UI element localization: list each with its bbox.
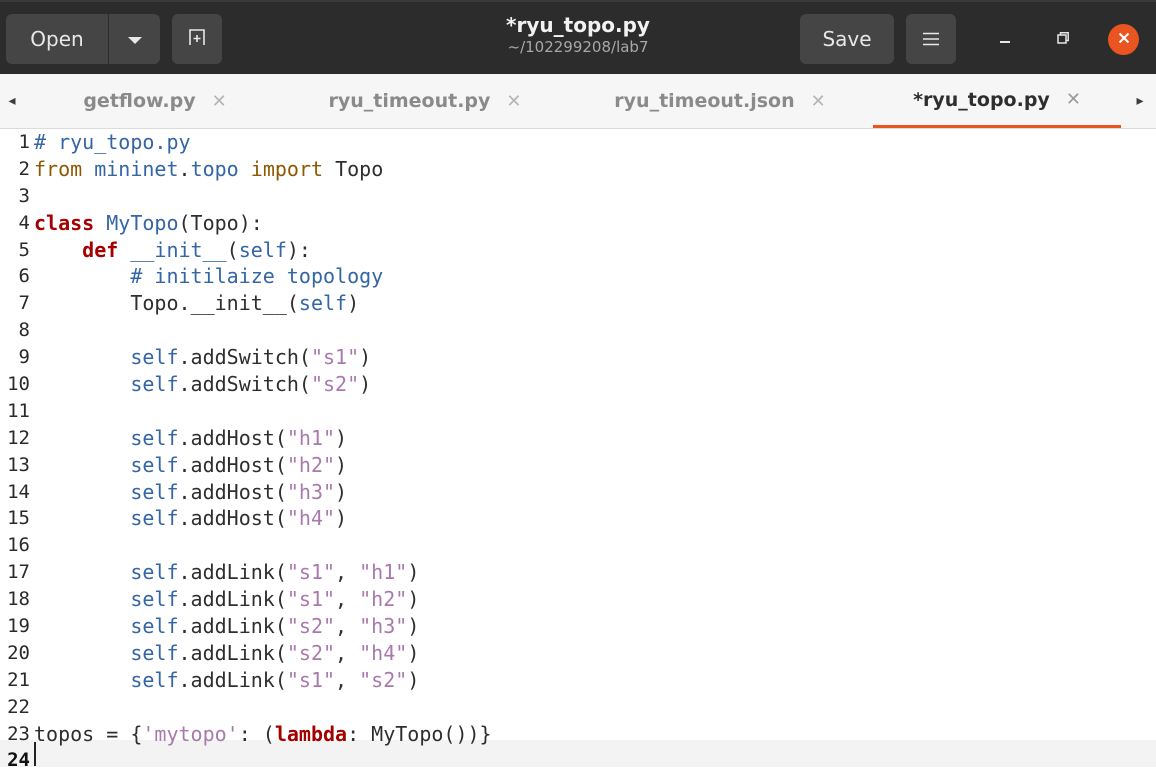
- line-number: 24: [7, 749, 30, 772]
- code-line[interactable]: self.addSwitch("s2"): [34, 371, 1156, 398]
- tab-label: ryu_timeout.py: [328, 90, 491, 112]
- code-line[interactable]: self.addHost("h4"): [34, 505, 1156, 532]
- line-number: 6: [18, 265, 30, 288]
- close-tab-icon[interactable]: ✕: [212, 91, 227, 112]
- line-number: 4: [18, 211, 30, 234]
- restore-icon: [1056, 30, 1070, 49]
- save-button-label: Save: [822, 27, 872, 51]
- code-line[interactable]: self.addLink("s1", "h1"): [34, 559, 1156, 586]
- code-line[interactable]: self.addLink("s2", "h3"): [34, 613, 1156, 640]
- scroll-tabs-left-button[interactable]: ◂: [2, 88, 22, 114]
- line-number: 13: [7, 453, 30, 476]
- chevron-left-icon: ◂: [8, 93, 16, 109]
- code-line[interactable]: self.addHost("h2"): [34, 452, 1156, 479]
- open-button-label: Open: [30, 27, 84, 51]
- code-line[interactable]: [34, 532, 1156, 559]
- code-text-area[interactable]: # ryu_topo.py from mininet.topo import To…: [34, 129, 1156, 774]
- line-number: 17: [7, 561, 30, 584]
- line-number: 9: [18, 346, 30, 369]
- hamburger-menu-icon: [922, 27, 940, 51]
- code-line[interactable]: self.addLink("s2", "h4"): [34, 640, 1156, 667]
- code-line[interactable]: # initilaize topology: [34, 263, 1156, 290]
- tab-ryu-topo-py[interactable]: *ryu_topo.py ✕: [873, 74, 1121, 128]
- line-number: 7: [18, 292, 30, 315]
- code-line[interactable]: self.addSwitch("s1"): [34, 344, 1156, 371]
- line-number: 2: [18, 157, 30, 180]
- close-tab-icon[interactable]: ✕: [1066, 89, 1081, 110]
- code-line[interactable]: topos = {'mytopo': (lambda: MyTopo())}: [34, 721, 1156, 748]
- scroll-tabs-right-button[interactable]: ▸: [1130, 88, 1150, 114]
- close-window-button[interactable]: [1108, 24, 1139, 55]
- tab-getflow[interactable]: getflow.py ✕: [40, 74, 270, 128]
- line-number: 19: [7, 615, 30, 638]
- text-cursor: [34, 742, 36, 766]
- tab-ryu-timeout-json[interactable]: ryu_timeout.json ✕: [580, 74, 860, 128]
- open-button[interactable]: Open: [6, 14, 108, 64]
- line-number: 14: [7, 480, 30, 503]
- minimize-icon: [998, 30, 1012, 49]
- main-menu-button[interactable]: [906, 14, 956, 64]
- line-number: 18: [7, 588, 30, 611]
- line-number: 3: [18, 184, 30, 207]
- maximize-button[interactable]: [1048, 24, 1078, 54]
- line-number: 23: [7, 722, 30, 745]
- line-number: 15: [7, 507, 30, 530]
- tab-ryu-timeout-py[interactable]: ryu_timeout.py ✕: [290, 74, 560, 128]
- code-line[interactable]: [34, 747, 1156, 774]
- chevron-down-icon: [127, 27, 143, 51]
- code-line[interactable]: [34, 398, 1156, 425]
- line-number: 16: [7, 534, 30, 557]
- line-number: 22: [7, 695, 30, 718]
- minimize-button[interactable]: [990, 24, 1020, 54]
- code-line[interactable]: self.addHost("h3"): [34, 479, 1156, 506]
- line-number: 1: [18, 131, 30, 153]
- save-button[interactable]: Save: [800, 14, 894, 64]
- code-line[interactable]: def __init__(self):: [34, 237, 1156, 264]
- code-line[interactable]: [34, 317, 1156, 344]
- tab-bar: ◂ getflow.py ✕ ryu_timeout.py ✕ ryu_time…: [0, 74, 1156, 129]
- line-number: 11: [7, 399, 30, 422]
- code-line[interactable]: from mininet.topo import Topo: [34, 156, 1156, 183]
- line-number: 20: [7, 641, 30, 664]
- open-dropdown-button[interactable]: [108, 14, 160, 64]
- new-tab-icon: [187, 27, 207, 52]
- code-line[interactable]: [34, 694, 1156, 721]
- line-number: 21: [7, 668, 30, 691]
- code-line[interactable]: self.addLink("s1", "s2"): [34, 667, 1156, 694]
- close-tab-icon[interactable]: ✕: [811, 91, 826, 112]
- line-number: 10: [7, 373, 30, 396]
- code-line[interactable]: self.addHost("h1"): [34, 425, 1156, 452]
- line-number: 8: [18, 319, 30, 342]
- tab-label: *ryu_topo.py: [913, 88, 1050, 111]
- tab-label: getflow.py: [83, 90, 196, 112]
- code-editor[interactable]: 1 2 3 4 5 6 7 8 9 10 11 12 13 14 15 16 17 18 19 20 21 22 23 24 …: [0, 129, 1156, 780]
- code-line[interactable]: class MyTopo(Topo):: [34, 210, 1156, 237]
- line-number: 5: [18, 238, 30, 261]
- close-icon: [1117, 30, 1131, 49]
- line-number: 12: [7, 426, 30, 449]
- close-tab-icon[interactable]: ✕: [506, 91, 521, 112]
- code-line[interactable]: self.addLink("s1", "h2"): [34, 586, 1156, 613]
- chevron-right-icon: ▸: [1136, 93, 1144, 109]
- new-tab-button[interactable]: [172, 14, 222, 64]
- code-line[interactable]: # ryu_topo.py: [34, 129, 1156, 156]
- line-number-gutter: 1 2 3 4 5 6 7 8 9 10 11 12 13 14 15 16 17 18 19 20 21 22 23 24: [0, 129, 30, 774]
- tab-label: ryu_timeout.json: [614, 90, 795, 112]
- header-bar: Open *ryu_topo.py ~/102299208/lab7 Save: [0, 0, 1156, 74]
- code-line[interactable]: Topo.__init__(self): [34, 290, 1156, 317]
- code-line[interactable]: [34, 183, 1156, 210]
